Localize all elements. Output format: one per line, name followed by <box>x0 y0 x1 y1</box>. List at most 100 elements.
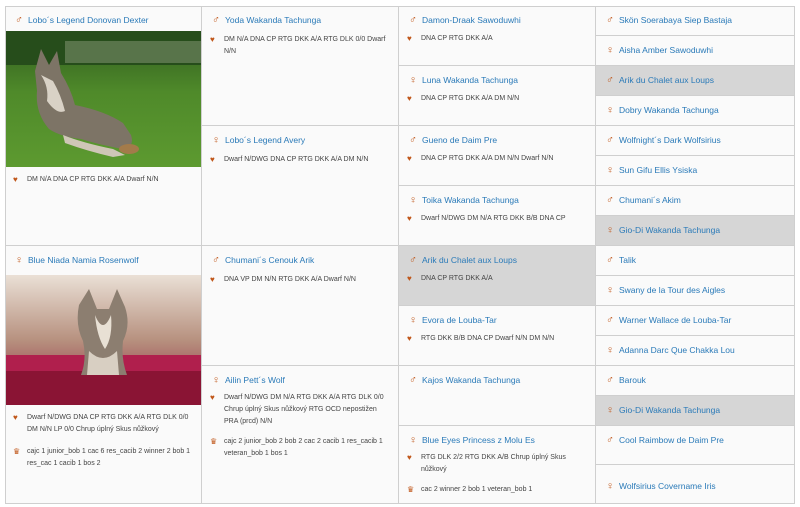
dog-shows: ♛ cac 2 winner 2 bob 1 veteran_bob 1 <box>407 485 533 494</box>
dog-link[interactable]: ♂ Skön Soerabaya Siep Bastaja <box>604 14 732 26</box>
dog-link[interactable]: ♀ Aisha Amber Sawoduwhi <box>604 45 713 56</box>
dog-link[interactable]: ♂ Lobo´s Legend Donovan Dexter <box>13 14 148 26</box>
dna-icon: ♥ <box>407 154 412 163</box>
dog-link[interactable]: ♂ Chumani´s Cenouk Arik <box>210 254 314 266</box>
pedigree-cell: ♀ Aisha Amber Sawoduwhi <box>596 36 795 66</box>
pedigree-cell: ♀ Ailin Pett´s Wolf ♥ Dwarf N/DWG DM N/A R… <box>202 366 399 504</box>
pedigree-cell: ♀ Blue Eyes Princess z Molu Es ♥ RTG DLK 2… <box>399 426 596 504</box>
male-icon: ♂ <box>606 374 614 386</box>
dog-link[interactable]: ♂ Damon-Draak Sawoduwhi <box>407 14 521 26</box>
female-icon: ♀ <box>606 404 614 416</box>
dog-tests: ♥ DNA VP DM N/N RTG DKK A/A Dwarf N/N <box>210 275 356 284</box>
dog-tests: ♥ Dwarf N/DWG DNA CP RTG DKK A/A RTG DLK … <box>13 412 195 436</box>
dog-link[interactable]: ♀ Gio-Di Wakanda Tachunga <box>604 404 720 416</box>
pedigree-cell-highlighted: ♂ Arik du Chalet aux Loups <box>596 66 795 96</box>
dog-link[interactable]: ♂ Talik <box>604 254 636 266</box>
dog-link[interactable]: ♀ Adanna Darc Que Chakka Lou <box>604 344 735 356</box>
dna-icon: ♥ <box>13 413 18 422</box>
male-icon: ♂ <box>606 194 614 206</box>
dna-icon: ♥ <box>210 35 215 44</box>
dog-link[interactable]: ♀ Toika Wakanda Tachunga <box>407 195 519 206</box>
dog-shows: ♛ cajc 2 junior_bob 2 bob 2 cac 2 cacib 1… <box>210 436 392 460</box>
dna-icon: ♥ <box>210 275 215 284</box>
dog-link[interactable]: ♂ Arik du Chalet aux Loups <box>604 74 714 86</box>
dog-link[interactable]: ♀ Sun Gifu Ellis Ysiska <box>604 165 697 176</box>
pedigree-cell: ♂ Talik <box>596 246 795 276</box>
dog-link[interactable]: ♂ Warner Wallace de Louba-Tar <box>604 315 731 326</box>
dog-link[interactable]: ♂ Cool Raimbow de Daim Pre <box>604 434 724 446</box>
pedigree-cell: ♀ Wolfsirius Covername Iris <box>596 465 795 504</box>
male-icon: ♂ <box>212 14 220 26</box>
pedigree-cell: ♂ Chumani´s Cenouk Arik ♥ DNA VP DM N/N RT… <box>202 246 399 366</box>
dna-icon: ♥ <box>210 155 215 164</box>
dog-link[interactable]: ♀ Evora de Louba-Tar <box>407 314 497 326</box>
dog-link[interactable]: ♀ Lobo´s Legend Avery <box>210 135 305 146</box>
male-icon: ♂ <box>212 254 220 266</box>
female-icon: ♀ <box>409 314 417 326</box>
pedigree-cell: ♂ Chumani´s Akim <box>596 186 795 216</box>
female-icon: ♀ <box>212 374 220 386</box>
dog-link[interactable]: ♂ Chumani´s Akim <box>604 194 681 206</box>
female-icon: ♀ <box>409 434 417 446</box>
dog-link[interactable]: ♀ Dobry Wakanda Tachunga <box>604 105 719 116</box>
pedigree-cell-sire: ♂ Lobo´s Legend Donovan Dexter ♥ DM N/A DN… <box>5 6 202 246</box>
trophy-icon: ♛ <box>13 447 21 456</box>
dog-link[interactable]: ♀ Blue Eyes Princess z Molu Es <box>407 434 535 446</box>
pedigree-cell: ♂ Skön Soerabaya Siep Bastaja <box>596 6 795 36</box>
dog-tests: ♥ DM N/A DNA CP RTG DKK A/A Dwarf N/N <box>13 175 159 184</box>
male-icon: ♂ <box>606 74 614 86</box>
dog-photo-image <box>5 31 201 167</box>
dog-link[interactable]: ♂ Kajos Wakanda Tachunga <box>407 374 520 386</box>
dog-link[interactable]: ♂ Yoda Wakanda Tachunga <box>210 14 321 26</box>
female-icon: ♀ <box>606 480 614 492</box>
male-icon: ♂ <box>606 434 614 446</box>
dna-icon: ♥ <box>210 393 215 402</box>
pedigree-cell: ♀ Lobo´s Legend Avery ♥ Dwarf N/DWG DNA CP… <box>202 126 399 246</box>
pedigree-cell: ♂ Warner Wallace de Louba-Tar <box>596 306 795 336</box>
dog-link[interactable]: ♂ Barouk <box>604 374 646 386</box>
male-icon: ♂ <box>409 254 417 266</box>
female-icon: ♀ <box>15 254 23 266</box>
dog-tests: ♥ DNA CP RTG DKK A/A DM N/N Dwarf N/N <box>407 154 554 163</box>
dog-link[interactable]: ♂ Arik du Chalet aux Loups <box>407 254 517 266</box>
dog-link[interactable]: ♀ Wolfsirius Covername Iris <box>604 480 716 492</box>
dna-icon: ♥ <box>407 453 412 462</box>
dna-icon: ♥ <box>407 34 412 43</box>
male-icon: ♂ <box>606 254 614 266</box>
male-icon: ♂ <box>409 14 417 26</box>
female-icon: ♀ <box>606 284 614 296</box>
male-icon: ♂ <box>606 14 614 26</box>
female-icon: ♀ <box>606 344 614 356</box>
dog-link[interactable]: ♀ Swany de la Tour des Aigles <box>604 284 725 296</box>
dog-tests: ♥ Dwarf N/DWG DM N/A RTG DKK A/A RTG DLK … <box>210 392 392 428</box>
pedigree-cell-highlighted: ♂ Arik du Chalet aux Loups ♥ DNA CP RTG DK… <box>399 246 596 306</box>
dna-icon: ♥ <box>407 94 412 103</box>
dog-tests: ♥ DNA CP RTG DKK A/A <box>407 274 493 283</box>
female-icon: ♀ <box>606 224 614 236</box>
pedigree-cell: ♀ Swany de la Tour des Aigles <box>596 276 795 306</box>
dog-link[interactable]: ♂ Wolfnight´s Dark Wolfsirius <box>604 134 721 146</box>
dog-link[interactable]: ♀ Ailin Pett´s Wolf <box>210 374 285 386</box>
male-icon: ♂ <box>606 134 614 146</box>
trophy-icon: ♛ <box>210 437 218 446</box>
dna-icon: ♥ <box>407 214 412 223</box>
dog-link[interactable]: ♀ Luna Wakanda Tachunga <box>407 74 518 86</box>
pedigree-cell: ♀ Toika Wakanda Tachunga ♥ Dwarf N/DWG DM … <box>399 186 596 246</box>
dog-link[interactable]: ♀ Blue Niada Namia Rosenwolf <box>13 254 139 266</box>
dog-tests: ♥ Dwarf N/DWG DM N/A RTG DKK B/B DNA CP <box>407 214 566 223</box>
dog-link[interactable]: ♀ Gio-Di Wakanda Tachunga <box>604 224 720 236</box>
female-icon: ♀ <box>409 74 417 86</box>
dna-icon: ♥ <box>407 334 412 343</box>
pedigree-cell: ♀ Luna Wakanda Tachunga ♥ DNA CP RTG DKK A… <box>399 66 596 126</box>
male-icon: ♂ <box>409 374 417 386</box>
pedigree-cell: ♀ Adanna Darc Que Chakka Lou <box>596 336 795 366</box>
male-icon: ♂ <box>15 14 23 26</box>
pedigree-cell: ♂ Wolfnight´s Dark Wolfsirius <box>596 126 795 156</box>
dog-tests: ♥ Dwarf N/DWG DNA CP RTG DKK A/A DM N/N <box>210 155 369 164</box>
dna-icon: ♥ <box>13 175 18 184</box>
dog-shows: ♛ cajc 1 junior_bob 1 cac 6 res_cacib 2 w… <box>13 446 195 470</box>
dog-tests: ♥ RTG DKK B/B DNA CP Dwarf N/N DM N/N <box>407 334 555 343</box>
dog-tests: ♥ DNA CP RTG DKK A/A <box>407 34 493 43</box>
dog-link[interactable]: ♂ Gueno de Daim Pre <box>407 135 497 146</box>
dog-photo-image <box>5 275 201 405</box>
